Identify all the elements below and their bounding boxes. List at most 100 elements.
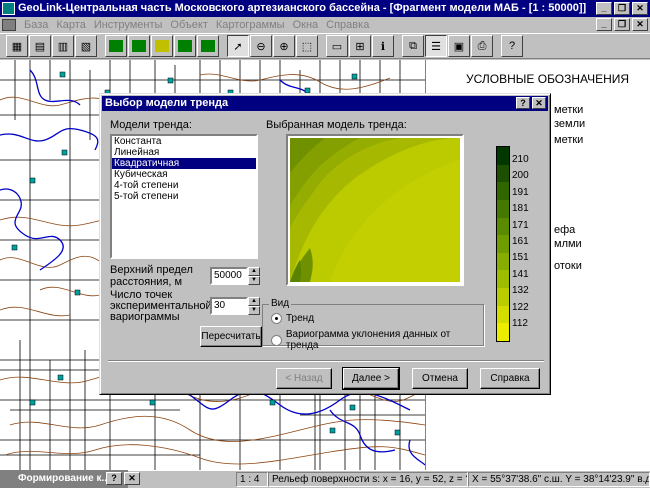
child-minimize-button[interactable]: _	[596, 18, 612, 31]
scale-label: 171	[512, 219, 529, 231]
chart-color-icon[interactable]	[151, 35, 173, 57]
legend-icon[interactable]: ☰	[425, 35, 447, 57]
dialog-help-button[interactable]: ?	[516, 97, 530, 109]
preview-label: Выбранная модель тренда:	[266, 119, 407, 131]
ruler-icon[interactable]: ⊞	[349, 35, 371, 57]
recalc-button[interactable]: Пересчитать	[200, 326, 262, 347]
color-scale	[496, 146, 510, 342]
zoom-rect-icon[interactable]: ⬚	[296, 35, 318, 57]
document-icon[interactable]	[2, 19, 16, 31]
scale-label: 210	[512, 154, 529, 165]
legend-line: отоки	[554, 260, 582, 272]
layer-props-icon[interactable]: ▧	[75, 35, 97, 57]
pointer-icon[interactable]: ➚	[227, 35, 249, 57]
scale-label: 141	[512, 268, 529, 280]
minimize-button[interactable]: _	[596, 2, 612, 15]
print-preview-icon[interactable]: ▣	[448, 35, 470, 57]
chart-icon[interactable]	[105, 35, 127, 57]
scale-label: 112	[512, 317, 528, 329]
models-label: Модели тренда:	[110, 119, 192, 131]
zoom-out-icon[interactable]: ⊖	[250, 35, 272, 57]
scale-label: 122	[512, 301, 529, 313]
child-restore-button[interactable]: ❐	[614, 18, 630, 31]
app-icon	[2, 2, 15, 15]
menu-tools[interactable]: Инструменты	[90, 19, 167, 31]
radio-trend[interactable]: Тренд	[271, 313, 314, 324]
layer-add-icon[interactable]: ▤	[29, 35, 51, 57]
menu-map[interactable]: Карта	[52, 19, 89, 31]
scale-labels: 210 200 191 181 171 161 151 141 132 122 …	[512, 152, 529, 332]
scale-swatch	[497, 252, 509, 271]
close-button[interactable]: ✕	[632, 2, 648, 15]
menu-cartograms[interactable]: Картограммы	[212, 19, 289, 31]
upper-limit-stepper[interactable]: 50000 ▲ ▼	[210, 267, 260, 285]
radio-unchecked-icon[interactable]	[271, 334, 282, 346]
chart-edit-icon[interactable]	[128, 35, 150, 57]
help-icon[interactable]: ?	[501, 35, 523, 57]
legend-line: метки	[554, 104, 584, 116]
points-stepper[interactable]: 30 ▲ ▼	[210, 297, 260, 315]
scale-swatch	[497, 288, 509, 306]
trend-models-list[interactable]: Константа Линейная Квадратичная Кубическ…	[110, 134, 258, 259]
legend-title: УСЛОВНЫЕ ОБОЗНАЧЕНИЯ	[466, 72, 630, 86]
list-item[interactable]: Кубическая	[112, 169, 256, 180]
list-item[interactable]: Линейная	[112, 147, 256, 158]
dialog-close-button[interactable]: ✕	[532, 97, 546, 109]
legend-line: земли	[554, 118, 586, 130]
points-label: Число точек экспериментальной вариограмм…	[110, 289, 212, 323]
menu-object[interactable]: Объект	[166, 19, 211, 31]
list-item[interactable]: 4-той степени	[112, 180, 256, 191]
scale-swatch	[497, 305, 509, 324]
layer-remove-icon[interactable]: ▥	[52, 35, 74, 57]
surface-status: Рельеф поверхности s: x = 16, y = 52, z …	[268, 472, 468, 487]
chart-grid-icon[interactable]	[174, 35, 196, 57]
list-item[interactable]: 5-той степени	[112, 191, 256, 202]
help-button[interactable]: Справка	[480, 368, 540, 389]
spin-up-icon[interactable]: ▲	[248, 267, 260, 276]
info-icon[interactable]: ℹ	[372, 35, 394, 57]
points-input[interactable]: 30	[210, 297, 248, 315]
scale-swatch	[497, 235, 509, 253]
scale-swatch	[497, 270, 509, 289]
scale-swatch	[497, 199, 509, 218]
spin-down-icon[interactable]: ▼	[248, 276, 260, 285]
dialog-separator	[108, 360, 544, 362]
menu-windows[interactable]: Окна	[289, 19, 323, 31]
trend-model-dialog: Выбор модели тренда ? ✕ Модели тренда: К…	[99, 93, 551, 395]
radio-variogram[interactable]: Вариограмма уклонения данных от тренда	[271, 329, 483, 351]
radio-checked-icon[interactable]	[271, 313, 282, 324]
scale-swatch	[497, 147, 509, 165]
view-group-title: Вид	[269, 298, 292, 309]
list-item[interactable]: Константа	[112, 136, 256, 147]
scale-swatch	[497, 182, 509, 200]
scale-status: 1 : 4	[236, 472, 268, 487]
restore-button[interactable]: ❐	[614, 2, 630, 15]
list-item[interactable]: Квадратичная	[112, 158, 256, 169]
minimized-window-title: Формирование к...	[18, 473, 110, 484]
spin-down-icon[interactable]: ▼	[248, 306, 260, 315]
dialog-title: Выбор модели тренда	[105, 97, 229, 109]
trend-preview	[286, 134, 464, 286]
layers-icon[interactable]: ▦	[6, 35, 28, 57]
child-close-button[interactable]: ✕	[632, 18, 648, 31]
app-title: GeoLink-Центральная часть Московского ар…	[18, 2, 587, 14]
minimized-help-button[interactable]: ?	[106, 472, 122, 485]
upper-limit-input[interactable]: 50000	[210, 267, 248, 285]
spin-up-icon[interactable]: ▲	[248, 297, 260, 306]
print-icon[interactable]: ⎙	[471, 35, 493, 57]
info-rect-icon[interactable]: ▭	[326, 35, 348, 57]
radio-variogram-label: Вариограмма уклонения данных от тренда	[285, 329, 451, 351]
zoom-in-icon[interactable]: ⊕	[273, 35, 295, 57]
dialog-titlebar: Выбор модели тренда ? ✕	[102, 96, 548, 111]
menu-help[interactable]: Справка	[322, 19, 373, 31]
minimized-close-button[interactable]: ✕	[124, 472, 140, 485]
coords-status: X = 55°37'38.6" с.ш. Y = 38°14'23.9" в.д…	[468, 472, 650, 487]
chart-trend-icon[interactable]	[197, 35, 219, 57]
copy-icon[interactable]: ⧉	[402, 35, 424, 57]
upper-limit-label: Верхний предел расстояния, м	[110, 264, 193, 288]
back-button[interactable]: < Назад	[276, 368, 332, 389]
view-group: Вид Тренд Вариограмма уклонения данных о…	[262, 298, 484, 351]
menu-database[interactable]: База	[20, 19, 52, 31]
cancel-button[interactable]: Отмена	[412, 368, 468, 389]
next-button[interactable]: Далее >	[342, 367, 400, 390]
